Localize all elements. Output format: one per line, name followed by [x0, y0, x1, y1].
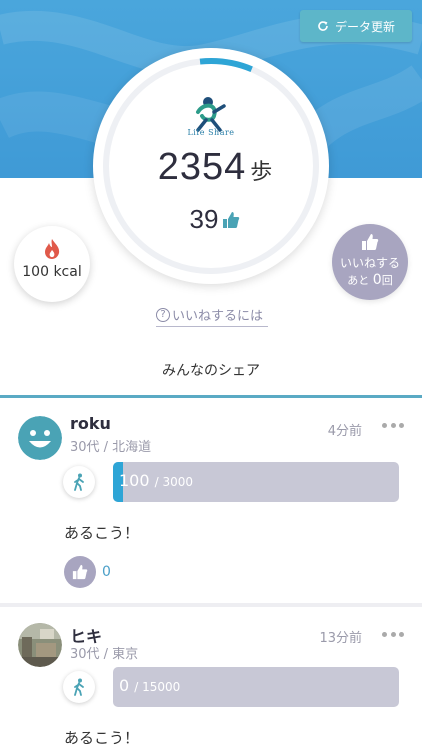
thumb-up-icon [72, 564, 88, 580]
question-icon: ? [156, 307, 170, 322]
post-comment: あるこう！ [64, 524, 140, 542]
post-user-name[interactable]: roku [70, 414, 111, 433]
share-post: ヒキ 30代 / 東京 13分前 0 / 15000 あるこう！ [0, 607, 422, 750]
post-user-meta: 30代 / 東京 [70, 647, 139, 662]
more-icon[interactable] [382, 629, 404, 639]
post-time: 4分前 [327, 424, 362, 439]
share-post: roku 30代 / 北海道 4分前 100 / 3000 あるこう！ 0 [0, 398, 422, 603]
likes-number: 39 [189, 204, 219, 234]
walk-icon [74, 678, 84, 696]
step-progress-text: 100 / 3000 [119, 471, 193, 490]
like-remaining: あと 0回 [332, 272, 408, 288]
step-progress-bar: 100 / 3000 [113, 462, 399, 502]
refresh-label: データ更新 [334, 19, 395, 34]
like-remaining-prefix: あと [347, 274, 370, 287]
share-section-title: みんなのシェア [162, 363, 260, 379]
progress-steps: 100 [119, 471, 150, 490]
step-progress-text: 0 / 15000 [119, 676, 180, 695]
refresh-icon [318, 21, 328, 31]
like-count: 39 [170, 204, 260, 235]
like-remaining-count: 0 [372, 272, 382, 288]
progress-steps: 0 [119, 676, 130, 695]
flame-icon [45, 239, 60, 259]
steps-unit: 歩 [250, 160, 273, 185]
progress-goal: / 3000 [154, 475, 194, 489]
photo-avatar[interactable] [18, 623, 62, 667]
thumb-up-icon [362, 234, 379, 250]
refresh-data-button[interactable]: データ更新 [300, 10, 412, 42]
step-count: 2354 歩 [140, 146, 290, 189]
how-to-like-label: いいねするには [172, 309, 264, 324]
post-user-meta: 30代 / 北海道 [70, 440, 152, 455]
thumb-up-icon [223, 211, 240, 228]
more-icon[interactable] [382, 420, 404, 430]
give-like-button[interactable]: いいねする あと 0回 [332, 224, 408, 300]
post-like-button[interactable] [64, 556, 96, 588]
how-to-like-link[interactable]: ? いいねするには [156, 305, 268, 327]
walk-badge [63, 466, 95, 498]
walk-badge [63, 671, 95, 703]
smiley-avatar[interactable] [18, 416, 62, 460]
post-comment: あるこう！ [64, 729, 140, 747]
logo-text: Life Share [187, 128, 235, 137]
step-progress-bar: 0 / 15000 [113, 667, 399, 707]
post-like-count: 0 [102, 564, 111, 580]
like-button-label: いいねする [339, 256, 400, 270]
calorie-text: 100 kcal [22, 264, 82, 280]
post-time: 13分前 [319, 631, 362, 646]
steps-number: 2354 [157, 146, 247, 188]
walk-icon [74, 473, 84, 491]
calorie-badge: 100 kcal [14, 226, 90, 302]
progress-goal: / 15000 [134, 680, 181, 694]
like-remaining-suffix: 回 [381, 274, 393, 287]
